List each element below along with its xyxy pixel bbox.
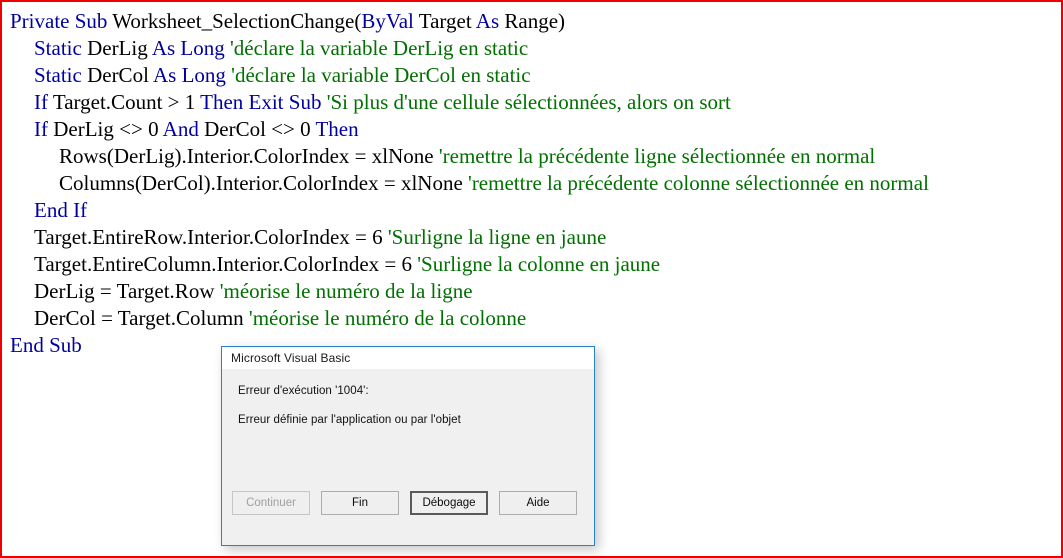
code-token-id: Range) xyxy=(504,9,566,33)
dialog-body: Erreur d'exécution '1004': Erreur défini… xyxy=(222,369,594,524)
code-token-kw: Static xyxy=(34,63,88,87)
code-token-cmt: 'déclare la variable DerLig en static xyxy=(229,36,529,60)
code-token-cmt: 'méorise le numéro de la ligne xyxy=(219,279,473,303)
code-token-cmt: 'remettre la précédente colonne sélectio… xyxy=(468,171,929,195)
dialog-button-debogage[interactable]: Débogage xyxy=(410,490,488,515)
code-line: DerCol = Target.Column 'méorise le numér… xyxy=(2,305,1061,332)
code-line: Private Sub Worksheet_SelectionChange(By… xyxy=(2,8,1061,35)
code-line: Static DerCol As Long 'déclare la variab… xyxy=(2,62,1061,89)
code-token-kw: As Long xyxy=(153,63,232,87)
code-token-kw: ByVal xyxy=(361,9,419,33)
code-token-id: Target.EntireColumn.Interior.ColorIndex … xyxy=(34,252,418,276)
code-token-id: DerCol = Target.Column xyxy=(34,306,249,330)
code-token-id: DerCol xyxy=(87,63,153,87)
code-line: End If xyxy=(2,197,1061,224)
dialog-button-aide[interactable]: Aide xyxy=(499,490,577,515)
code-token-id: DerLig xyxy=(87,36,152,60)
dialog-button-row: Continuer Fin Débogage Aide xyxy=(222,481,594,524)
code-token-kw: If xyxy=(34,117,54,141)
code-token-kw: End If xyxy=(34,198,88,222)
code-token-cmt: 'Surligne la colonne en jaune xyxy=(417,252,661,276)
code-token-cmt: 'remettre la précédente ligne sélectionn… xyxy=(438,144,876,168)
code-token-kw: Static xyxy=(34,36,88,60)
code-token-kw: Then xyxy=(315,117,359,141)
code-token-id: DerLig <> 0 xyxy=(53,117,163,141)
code-token-kw: Private Sub xyxy=(10,9,113,33)
code-line: Target.EntireColumn.Interior.ColorIndex … xyxy=(2,251,1061,278)
code-token-kw: And xyxy=(162,117,205,141)
code-token-id: Columns(DerCol).Interior.ColorIndex = xl… xyxy=(59,171,469,195)
code-line: If DerLig <> 0 And DerCol <> 0 Then xyxy=(2,116,1061,143)
code-token-id: Target xyxy=(418,9,476,33)
code-token-cmt: 'Si plus d'une cellule sélectionnées, al… xyxy=(326,90,731,114)
code-token-kw: Then Exit Sub xyxy=(200,90,327,114)
code-token-cmt: 'méorise le numéro de la colonne xyxy=(248,306,527,330)
screenshot-page: Private Sub Worksheet_SelectionChange(By… xyxy=(0,0,1063,558)
code-token-kw: As xyxy=(475,9,505,33)
code-token-kw: If xyxy=(34,90,53,114)
code-line: Target.EntireRow.Interior.ColorIndex = 6… xyxy=(2,224,1061,251)
dialog-titlebar: Microsoft Visual Basic xyxy=(222,347,594,369)
code-token-cmt: 'Surligne la ligne en jaune xyxy=(387,225,607,249)
vba-error-dialog[interactable]: Microsoft Visual Basic Erreur d'exécutio… xyxy=(221,346,595,546)
code-token-kw: End Sub xyxy=(10,333,82,357)
code-token-id: Target.Count > 1 xyxy=(52,90,201,114)
dialog-button-fin[interactable]: Fin xyxy=(321,490,399,515)
code-token-cmt: 'déclare la variable DerCol en static xyxy=(231,63,531,87)
dialog-title: Microsoft Visual Basic xyxy=(231,351,351,365)
dialog-button-continuer: Continuer xyxy=(232,490,310,515)
code-token-kw: As Long xyxy=(151,36,230,60)
vba-code-listing: Private Sub Worksheet_SelectionChange(By… xyxy=(2,2,1061,359)
code-line: Static DerLig As Long 'déclare la variab… xyxy=(2,35,1061,62)
code-token-id: DerCol <> 0 xyxy=(204,117,316,141)
code-token-id: Worksheet_SelectionChange xyxy=(112,9,355,33)
code-line: DerLig = Target.Row 'méorise le numéro d… xyxy=(2,278,1061,305)
code-line: If Target.Count > 1 Then Exit Sub 'Si pl… xyxy=(2,89,1061,116)
code-token-id: Target.EntireRow.Interior.ColorIndex = 6 xyxy=(34,225,388,249)
code-line: Rows(DerLig).Interior.ColorIndex = xlNon… xyxy=(2,143,1061,170)
code-line: Columns(DerCol).Interior.ColorIndex = xl… xyxy=(2,170,1061,197)
code-token-id: Rows(DerLig).Interior.ColorIndex = xlNon… xyxy=(59,144,439,168)
error-description-message: Erreur définie par l'application ou par … xyxy=(238,414,461,426)
code-token-id: DerLig = Target.Row xyxy=(34,279,220,303)
error-code-message: Erreur d'exécution '1004': xyxy=(238,385,369,397)
